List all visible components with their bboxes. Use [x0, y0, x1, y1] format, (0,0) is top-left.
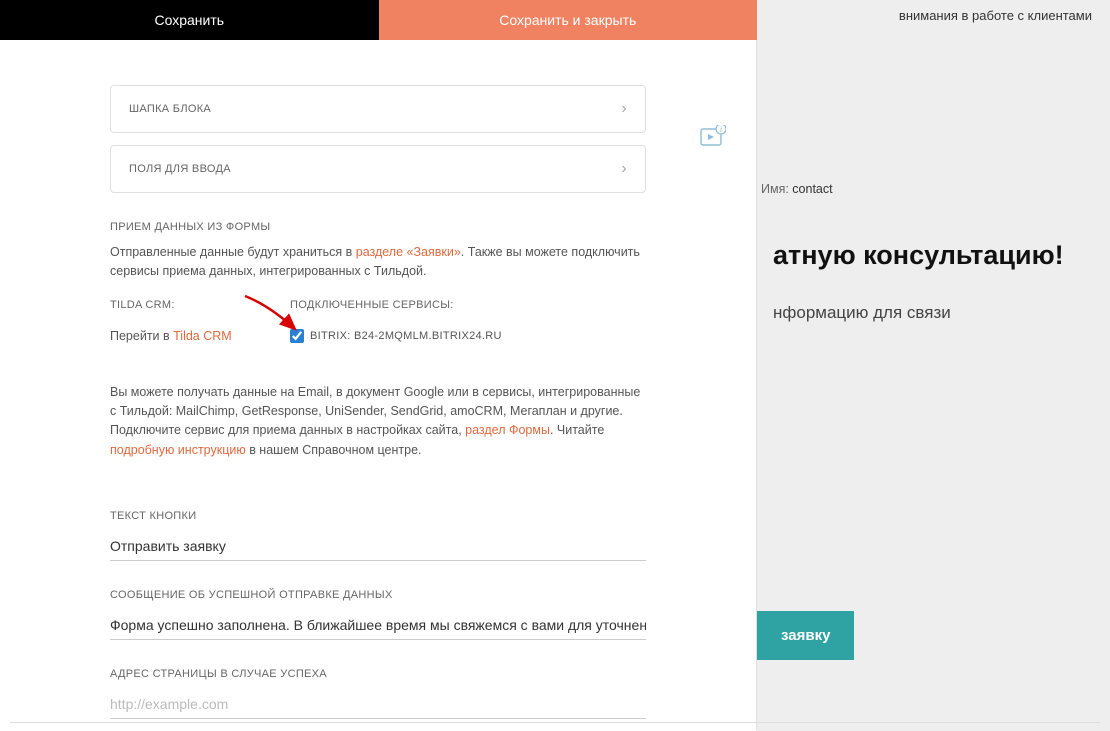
preview-top-text: внимания в работе с клиентами	[899, 8, 1092, 23]
form-data-description: Отправленные данные будут храниться в ра…	[110, 243, 646, 281]
success-url-input[interactable]	[110, 690, 646, 719]
text: . Читайте	[550, 423, 604, 437]
page-divider	[10, 722, 1100, 723]
accordion-header-block[interactable]: ШАПКА БЛОКА ›	[110, 85, 646, 133]
svg-text:i: i	[720, 125, 722, 134]
button-text-input[interactable]	[110, 532, 646, 561]
bitrix-label: BITRIX: B24-2MQMLM.BITRIX24.RU	[310, 330, 502, 342]
save-button[interactable]: Сохранить	[0, 0, 379, 40]
success-url-hint: Укажите полный адрес (http://...). В слу…	[110, 727, 646, 730]
connected-services-label: ПОДКЛЮЧЕННЫЕ СЕРВИСЫ:	[290, 299, 646, 311]
meta-value: contact	[792, 182, 832, 196]
text: Перейти в	[110, 329, 173, 343]
goto-tilda-crm: Перейти в Tilda CRM	[110, 329, 270, 343]
forms-section-link[interactable]: раздел Формы	[465, 423, 550, 437]
editor-topbar: Сохранить Сохранить и закрыть	[0, 0, 757, 40]
chevron-right-icon: ›	[621, 100, 627, 118]
accordion-input-fields[interactable]: ПОЛЯ ДЛЯ ВВОДА ›	[110, 145, 646, 193]
preview-title: атную консультацию!	[773, 240, 1094, 271]
section-heading: ПРИЕМ ДАННЫХ ИЗ ФОРМЫ	[110, 221, 646, 233]
success-url-label: АДРЕС СТРАНИЦЫ В СЛУЧАЕ УСПЕХА	[110, 668, 646, 680]
preview-submit-button[interactable]: заявку	[757, 611, 854, 660]
preview-block-meta: Имя: contact	[757, 182, 1110, 196]
instruction-link[interactable]: подробную инструкцию	[110, 443, 246, 457]
page-preview: внимания в работе с клиентами Имя: conta…	[757, 0, 1110, 731]
chevron-right-icon: ›	[621, 160, 627, 178]
services-columns: TILDA CRM: Перейти в Tilda CRM ПОДКЛЮЧЕН…	[110, 299, 646, 343]
help-icon[interactable]: i	[700, 125, 726, 147]
tilda-crm-label: TILDA CRM:	[110, 299, 270, 311]
preview-subtitle: нформацию для связи	[773, 303, 1094, 323]
accordion-label: ШАПКА БЛОКА	[129, 103, 211, 115]
success-message-input[interactable]	[110, 611, 646, 640]
success-message-label: СООБЩЕНИЕ ОБ УСПЕШНОЙ ОТПРАВКЕ ДАННЫХ	[110, 589, 646, 601]
service-bitrix-row: BITRIX: B24-2MQMLM.BITRIX24.RU	[290, 329, 646, 343]
text: в нашем Справочном центре.	[246, 443, 422, 457]
text: Отправленные данные будут храниться в	[110, 245, 356, 259]
settings-panel: i ШАПКА БЛОКА › ПОЛЯ ДЛЯ ВВОДА › ПРИЕМ Д…	[0, 40, 757, 730]
save-and-close-button[interactable]: Сохранить и закрыть	[379, 0, 758, 40]
accordion-label: ПОЛЯ ДЛЯ ВВОДА	[129, 163, 231, 175]
info-paragraph: Вы можете получать данные на Email, в до…	[110, 383, 646, 461]
button-text-label: ТЕКСТ КНОПКИ	[110, 510, 646, 522]
tilda-crm-link[interactable]: Tilda CRM	[173, 329, 232, 343]
meta-label: Имя:	[761, 182, 792, 196]
bitrix-checkbox[interactable]	[290, 329, 304, 343]
requests-section-link[interactable]: разделе «Заявки»	[356, 245, 461, 259]
preview-form-block: атную консультацию! нформацию для связи …	[757, 220, 1110, 660]
